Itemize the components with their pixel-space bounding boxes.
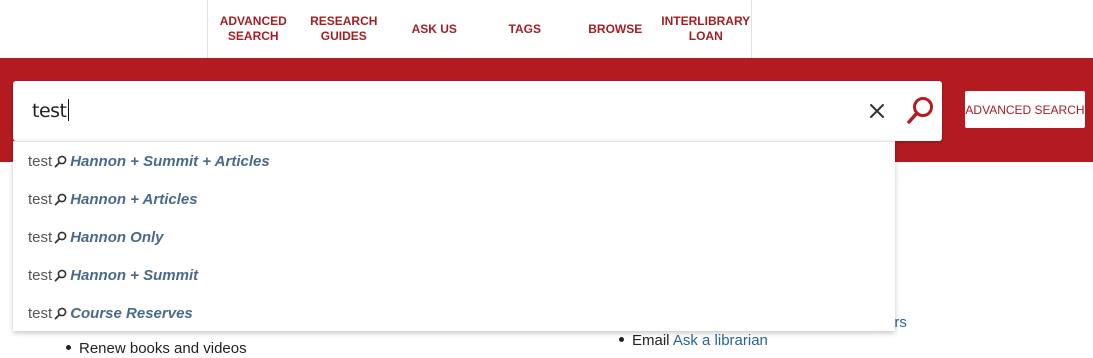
search-icon (54, 231, 67, 244)
nav-tags[interactable]: TAGS (480, 0, 571, 58)
nav-browse[interactable]: BROWSE (570, 0, 661, 58)
suggestion-item[interactable]: test Hannon Only (13, 218, 895, 256)
suggestion-item[interactable]: test Course Reserves (13, 294, 895, 332)
suggestion-dropdown: test Hannon + Summit + Articles test Han… (13, 141, 895, 331)
search-icon (54, 193, 67, 206)
top-navigation: ADVANCED SEARCH RESEARCH GUIDES ASK US T… (207, 0, 752, 58)
nav-advanced-search[interactable]: ADVANCED SEARCH (208, 0, 299, 58)
list-item: Renew books and videos (66, 340, 247, 357)
search-input[interactable]: test (13, 81, 942, 141)
search-icon (54, 307, 67, 320)
suggestion-item[interactable]: test Hannon + Summit (13, 256, 895, 294)
nav-research-guides[interactable]: RESEARCH GUIDES (299, 0, 390, 58)
search-icon[interactable] (905, 95, 935, 127)
text-caret (67, 99, 69, 121)
bullet (66, 345, 71, 350)
suggestion-item[interactable]: test Hannon + Articles (13, 180, 895, 218)
nav-interlibrary-loan[interactable]: INTERLIBRARY LOAN (661, 0, 752, 58)
renew-books-text: Renew books and videos (79, 340, 247, 357)
ask-librarian-link[interactable]: Ask a librarian (673, 332, 768, 349)
search-query-text[interactable]: test (32, 99, 69, 122)
search-icon (54, 269, 67, 282)
advanced-search-button[interactable]: ADVANCED SEARCH (965, 91, 1085, 128)
list-item: Email Ask a librarian (619, 332, 768, 349)
suggestion-item[interactable]: test Hannon + Summit + Articles (13, 142, 895, 180)
nav-ask-us[interactable]: ASK US (389, 0, 480, 58)
close-icon[interactable] (866, 100, 888, 122)
search-icon (54, 155, 67, 168)
bullet (619, 337, 624, 342)
